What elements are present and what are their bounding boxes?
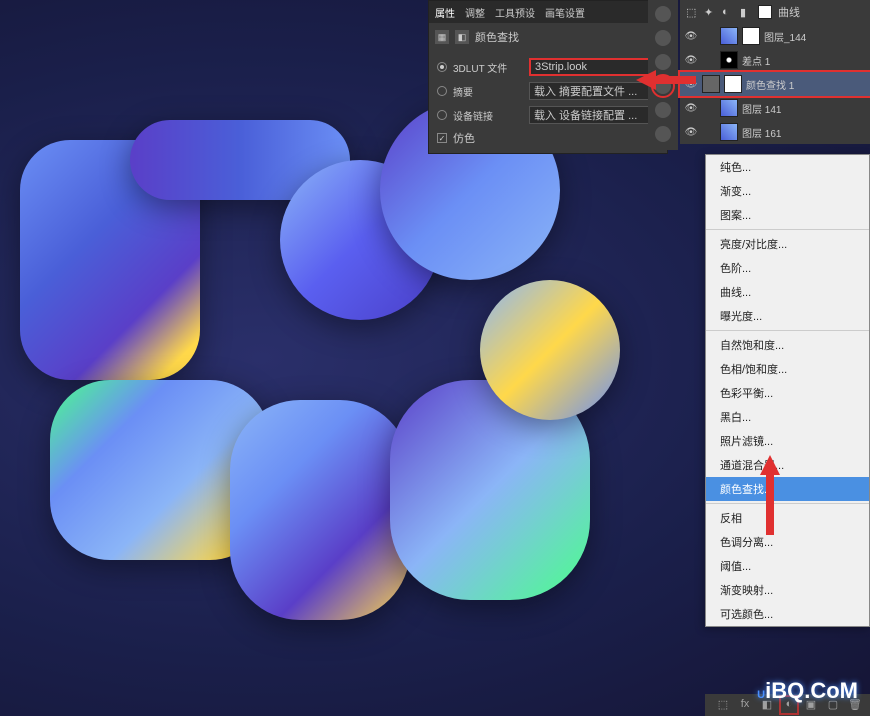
adj-menu-item[interactable]: 照片滤镜... [706,429,869,453]
link-icon[interactable]: ⬚ [716,698,730,712]
select-abstract[interactable]: 载入 摘要配置文件 ... [529,82,659,100]
layer-thumb [758,5,772,19]
artwork-shape [230,400,410,620]
layer-mask-thumb [724,75,742,93]
checkbox-dither[interactable]: ✓ [437,133,447,143]
mask-icon: ◧ [455,30,469,44]
adj-menu-item[interactable]: 自然饱和度... [706,333,869,357]
visibility-icon[interactable]: 👁 [684,103,698,114]
radio-3dlut[interactable] [437,62,447,72]
select-device[interactable]: 载入 设备链接配置 ... [529,106,659,124]
properties-body: 3DLUT 文件 3Strip.look 摘要 载入 摘要配置文件 ... 设备… [429,51,667,153]
properties-title: 颜色查找 [475,29,519,45]
label-device: 设备链接 [453,108,523,123]
swatch-icon[interactable] [655,6,671,22]
fx-icon[interactable]: fx [738,698,752,712]
visibility-icon[interactable]: 👁 [684,127,698,138]
radio-device[interactable] [437,110,447,120]
swatch-icon[interactable] [655,126,671,142]
tab-tool-presets[interactable]: 工具预设 [495,5,535,20]
lock-icon[interactable]: ✦ [704,6,716,18]
label-dither: 仿色 [453,130,475,146]
tab-properties[interactable]: 属性 [435,5,455,20]
artwork-shape [480,280,620,420]
select-3dlut[interactable]: 3Strip.look [529,58,659,76]
adj-menu-item[interactable]: 颜色查找... [706,477,869,501]
properties-tabs: 属性 调整 工具预设 画笔设置 ▸≡ [429,1,667,23]
layer-row[interactable]: 👁 差点 1 [680,48,870,72]
layer-row[interactable]: 👁 图层 141 [680,96,870,120]
layer-row[interactable]: 👁 图层_144 [680,24,870,48]
layers-panel: ⬚ ✦ ◐ ▮ 曲线 👁 图层_144 👁 差点 1 👁 颜色查找 1 👁 图层 141 👁 图层… [680,0,870,144]
adj-menu-item[interactable]: 图案... [706,203,869,227]
properties-title-row: ▦ ◧ 颜色查找 [429,23,667,51]
layer-mask-thumb [742,27,760,45]
adj-menu-item[interactable]: 可选颜色... [706,602,869,626]
side-icon-strip [648,0,678,150]
radio-abstract[interactable] [437,86,447,96]
lock-icon[interactable]: ◐ [722,6,734,18]
adj-menu-item[interactable]: 色阶... [706,256,869,280]
watermark: UUiBQ.CoMiBQ.CoM [757,678,858,704]
link-icon[interactable]: ⬚ [686,6,698,18]
adj-menu-item[interactable]: 色调分离... [706,530,869,554]
layer-options-row: ⬚ ✦ ◐ ▮ 曲线 [680,0,870,24]
layer-thumb [702,75,720,93]
layer-label: 曲线 [778,4,800,20]
label-3dlut: 3DLUT 文件 [453,60,523,75]
layer-thumb [720,51,738,69]
adj-menu-item[interactable]: 渐变... [706,179,869,203]
adj-menu-item[interactable]: 曝光度... [706,304,869,328]
swatch-icon[interactable] [655,102,671,118]
adj-menu-item[interactable]: 色相/饱和度... [706,357,869,381]
adj-menu-item[interactable]: 曲线... [706,280,869,304]
layer-name: 颜色查找 1 [746,77,866,92]
layer-name: 图层 161 [742,125,866,140]
properties-panel: 属性 调整 工具预设 画笔设置 ▸≡ ▦ ◧ 颜色查找 3DLUT 文件 3St… [428,0,668,154]
layer-row[interactable]: 👁 图层 161 [680,120,870,144]
swatch-icon[interactable] [655,78,671,94]
grid-icon: ▦ [435,30,449,44]
tab-brush-settings[interactable]: 画笔设置 [545,5,585,20]
visibility-icon[interactable]: 👁 [684,55,698,66]
adj-menu-item[interactable]: 色彩平衡... [706,381,869,405]
adjustment-menu: 纯色...渐变...图案... 亮度/对比度...色阶...曲线...曝光度...… [705,154,870,627]
layer-thumb [720,27,738,45]
adj-menu-item[interactable]: 阈值... [706,554,869,578]
tab-adjustments[interactable]: 调整 [465,5,485,20]
adj-menu-item[interactable]: 渐变映射... [706,578,869,602]
adj-menu-item[interactable]: 亮度/对比度... [706,232,869,256]
swatch-icon[interactable] [655,30,671,46]
label-abstract: 摘要 [453,84,523,99]
layer-row[interactable]: 👁 颜色查找 1 [680,72,870,96]
layer-name: 图层 141 [742,101,866,116]
layer-name: 图层_144 [764,29,866,44]
swatch-icon[interactable] [655,54,671,70]
adj-menu-item[interactable]: 黑白... [706,405,869,429]
adj-menu-item[interactable]: 纯色... [706,155,869,179]
layer-thumb [720,99,738,117]
adj-menu-item[interactable]: 通道混合器... [706,453,869,477]
fill-icon[interactable]: ▮ [740,6,752,18]
adj-menu-item[interactable]: 反相 [706,506,869,530]
visibility-icon[interactable]: 👁 [684,31,698,42]
visibility-icon[interactable]: 👁 [684,79,698,90]
layer-name: 差点 1 [742,53,866,68]
layer-list: 👁 图层_144 👁 差点 1 👁 颜色查找 1 👁 图层 141 👁 图层 161 [680,24,870,144]
layer-thumb [720,123,738,141]
